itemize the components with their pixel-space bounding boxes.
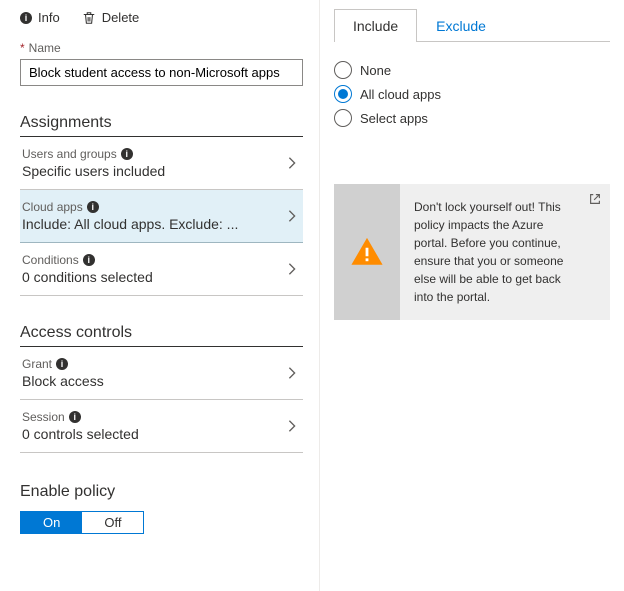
- toggle-off[interactable]: Off: [82, 512, 143, 533]
- info-icon: i: [83, 254, 95, 266]
- row-session[interactable]: Session i 0 controls selected: [20, 400, 303, 453]
- lockout-warning: Don't lock yourself out! This policy imp…: [334, 184, 610, 320]
- chevron-right-icon: [285, 209, 299, 223]
- info-icon: i: [121, 148, 133, 160]
- trash-icon: [82, 11, 96, 25]
- info-icon: i: [69, 411, 81, 423]
- radio-icon: [334, 109, 352, 127]
- chevron-right-icon: [285, 419, 299, 433]
- assignments-header: Assignments: [20, 114, 303, 132]
- radio-all-cloud-apps[interactable]: All cloud apps: [334, 82, 610, 106]
- row-conditions[interactable]: Conditions i 0 conditions selected: [20, 243, 303, 296]
- toolbar: i Info Delete: [20, 10, 303, 25]
- name-input[interactable]: [20, 59, 303, 86]
- cloud-apps-detail-pane: Include Exclude None All cloud apps Sele…: [320, 0, 624, 591]
- toggle-on[interactable]: On: [21, 512, 82, 533]
- radio-none[interactable]: None: [334, 58, 610, 82]
- radio-icon: [334, 85, 352, 103]
- radio-icon: [334, 61, 352, 79]
- radio-select-apps[interactable]: Select apps: [334, 106, 610, 130]
- info-button[interactable]: i Info: [20, 10, 60, 25]
- info-icon: i: [87, 201, 99, 213]
- warning-text: Don't lock yourself out! This policy imp…: [400, 184, 610, 320]
- row-users-groups[interactable]: Users and groups i Specific users includ…: [20, 137, 303, 190]
- info-icon: i: [56, 358, 68, 370]
- row-cloud-apps[interactable]: Cloud apps i Include: All cloud apps. Ex…: [20, 190, 303, 243]
- enable-policy-toggle: On Off: [20, 511, 144, 534]
- external-link-icon[interactable]: [588, 192, 602, 206]
- info-icon: i: [20, 12, 32, 24]
- name-label: *Name: [20, 41, 303, 55]
- scope-radio-group: None All cloud apps Select apps: [334, 58, 610, 130]
- chevron-right-icon: [285, 262, 299, 276]
- row-grant[interactable]: Grant i Block access: [20, 347, 303, 400]
- policy-config-pane: i Info Delete *Name Assignments Users an…: [0, 0, 320, 591]
- enable-policy-header: Enable policy: [20, 483, 303, 501]
- chevron-right-icon: [285, 366, 299, 380]
- warning-icon-area: [334, 184, 400, 320]
- info-label: Info: [38, 10, 60, 25]
- tab-exclude[interactable]: Exclude: [417, 9, 505, 42]
- chevron-right-icon: [285, 156, 299, 170]
- warning-icon: [350, 235, 384, 269]
- access-controls-header: Access controls: [20, 324, 303, 342]
- delete-button[interactable]: Delete: [82, 10, 140, 25]
- tab-include[interactable]: Include: [334, 9, 417, 42]
- delete-label: Delete: [102, 10, 140, 25]
- include-exclude-tabs: Include Exclude: [334, 8, 610, 42]
